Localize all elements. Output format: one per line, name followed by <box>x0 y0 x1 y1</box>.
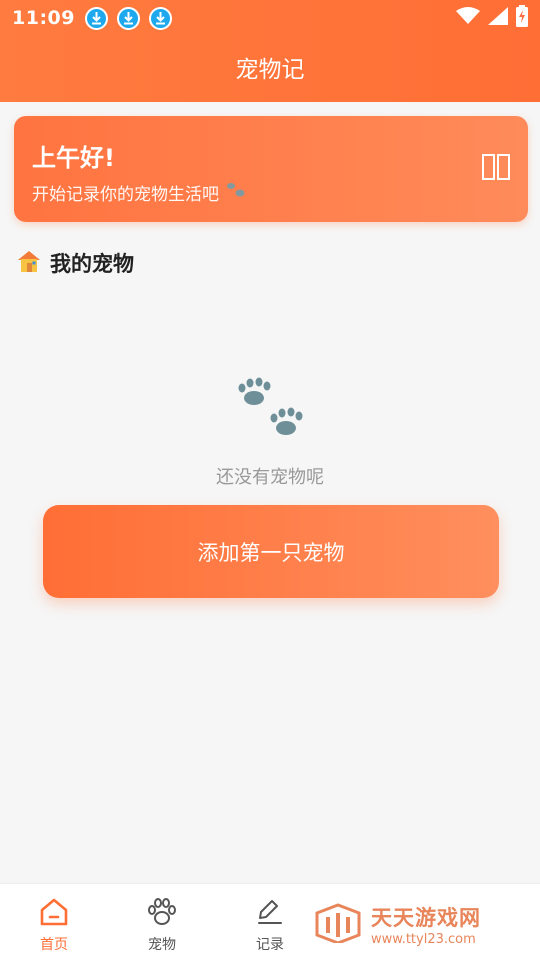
page-title: 宠物记 <box>235 57 305 83</box>
wifi-icon <box>456 7 480 29</box>
status-bar: 11:09 <box>0 0 540 36</box>
nav-label-pets: 宠物 <box>148 937 176 953</box>
watermark-logo-icon <box>313 902 363 947</box>
house-icon <box>16 248 42 278</box>
top-app-bar: 11:09 宠物记 <box>0 0 540 102</box>
watermark-text: 天天游戏网 www.ttyl23.com <box>371 902 481 947</box>
greeting-card: 上午好! 开始记录你的宠物生活吧 <box>14 116 528 222</box>
section-header: 我的宠物 <box>16 248 134 278</box>
pen-icon <box>230 896 310 928</box>
empty-state-message: 还没有宠物呢 <box>216 467 324 488</box>
section-title: 我的宠物 <box>50 252 134 276</box>
watermark-url: www.ttyl23.com <box>371 932 476 947</box>
status-time: 11:09 <box>12 7 75 29</box>
nav-item-home[interactable]: 首页 <box>14 896 94 954</box>
missing-glyph-icon <box>482 154 510 180</box>
watermark: 天天游戏网 www.ttyl23.com <box>313 902 481 947</box>
battery-charging-icon <box>516 5 528 31</box>
home-icon <box>14 896 94 928</box>
add-first-pet-button[interactable]: 添加第一只宠物 <box>43 505 499 598</box>
nav-label-home: 首页 <box>40 937 68 953</box>
download-icon <box>84 6 108 30</box>
nav-label-records: 记录 <box>256 937 284 953</box>
paw-prints-icon <box>236 376 308 442</box>
nav-item-records[interactable]: 记录 <box>230 896 310 954</box>
nav-item-pets[interactable]: 宠物 <box>122 896 202 954</box>
download-icon <box>116 6 140 30</box>
signal-icon <box>488 7 508 29</box>
system-icons <box>456 5 528 31</box>
download-icon <box>148 6 172 30</box>
greeting-subtitle-row: 开始记录你的宠物生活吧 <box>32 180 247 205</box>
paw-icon <box>122 896 202 928</box>
watermark-name: 天天游戏网 <box>371 906 481 930</box>
greeting-subtitle: 开始记录你的宠物生活吧 <box>32 185 219 205</box>
paw-icon <box>225 180 247 205</box>
greeting-title: 上午好! <box>32 144 115 172</box>
